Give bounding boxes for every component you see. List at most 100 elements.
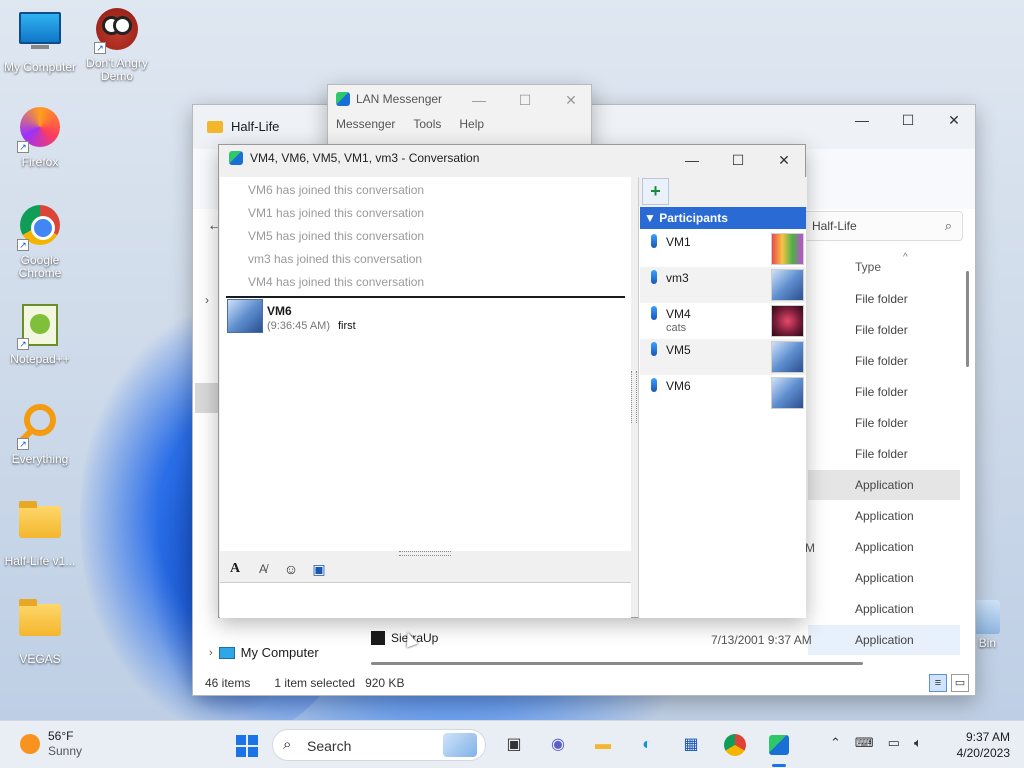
tiles-view-icon[interactable]: ▭ [951, 674, 969, 692]
chevron-up-icon[interactable]: ⌃ [830, 735, 841, 751]
system-message: VM4 has joined this conversation [248, 275, 425, 289]
avatar [771, 233, 804, 265]
participant-vm1[interactable]: VM1 [640, 231, 806, 267]
participant-vm4[interactable]: VM4 cats [640, 303, 806, 339]
taskbar: 56°F Sunny ⌕ Search ▣ ◉ ▬ ◐ ▦ ⌃ ⌨ ▭ 🔈︎ 9… [0, 720, 1024, 768]
desktop-icon-vegas[interactable]: VEGAS [0, 596, 80, 666]
message-text: first [338, 320, 356, 332]
message-sender: VM6 [267, 304, 292, 318]
close-button[interactable]: ✕ [761, 145, 807, 175]
desktop-icon-notepadpp[interactable]: ↗ Notepad++ [0, 302, 80, 366]
lan-messenger-icon[interactable] [765, 731, 793, 759]
volume-icon[interactable]: 🔈︎ [914, 735, 922, 751]
desktop-icon-half-life[interactable]: Half-Life v1... [0, 498, 80, 568]
desktop-icon-my-computer[interactable]: My Computer [0, 6, 80, 74]
font-color-icon[interactable]: A̸ [253, 560, 273, 578]
conversation-window[interactable]: VM4, VM6, VM5, VM1, vm3 - Conversation —… [218, 144, 807, 618]
file-row[interactable]: Application [808, 625, 960, 655]
notepadpp-icon: ↗ [17, 304, 63, 350]
status-bar: 46 items 1 item selected 920 KB [205, 676, 405, 690]
chevron-right-icon[interactable]: › [205, 293, 209, 307]
search-icon: ⌕ [944, 218, 952, 233]
task-view-icon[interactable]: ▣ [500, 731, 528, 759]
file-row-selected[interactable]: Application [808, 470, 960, 500]
vertical-scrollbar[interactable] [965, 255, 971, 725]
explorer-tab[interactable]: Half-Life [207, 119, 279, 134]
participant-vm5[interactable]: VM5 [640, 339, 806, 375]
close-button[interactable]: ✕ [548, 85, 594, 115]
horizontal-scrollbar[interactable] [371, 662, 863, 665]
minimize-button[interactable]: — [839, 105, 885, 135]
status-icon [651, 306, 657, 320]
file-row[interactable]: Application [808, 563, 960, 593]
keyboard-icon[interactable]: ⌨ [855, 735, 874, 751]
store-icon[interactable]: ▦ [677, 731, 705, 759]
minimize-button[interactable]: — [456, 85, 502, 115]
system-message: vm3 has joined this conversation [248, 252, 423, 266]
file-row[interactable]: File folder [808, 346, 960, 376]
system-message: VM5 has joined this conversation [248, 229, 425, 243]
edge-icon[interactable]: ◐ [633, 731, 661, 759]
taskbar-search[interactable]: ⌕ Search [272, 729, 486, 761]
horizontal-splitter[interactable] [399, 551, 451, 556]
file-row[interactable]: Application [808, 501, 960, 531]
chevron-right-icon: › [209, 646, 213, 659]
folder-icon [17, 501, 63, 552]
application-icon [371, 631, 385, 645]
folder-icon [207, 120, 223, 133]
avatar [227, 299, 263, 333]
message-time: (9:36:45 AM) [267, 320, 330, 332]
file-row[interactable]: File folder [808, 408, 960, 438]
file-row[interactable]: Application [808, 532, 960, 562]
participants-header[interactable]: ▼ Participants [640, 207, 806, 229]
maximize-button[interactable]: ☐ [715, 145, 761, 175]
chat-history[interactable]: VM6 has joined this conversation VM1 has… [220, 177, 631, 551]
add-contact-button[interactable]: + [642, 178, 669, 205]
menu-messenger[interactable]: Messenger [336, 117, 395, 135]
file-row[interactable]: File folder [808, 315, 960, 345]
network-icon[interactable]: ▭ [888, 735, 900, 751]
status-icon [651, 342, 657, 356]
message-input[interactable] [220, 582, 631, 618]
desktop-icon-everything[interactable]: ↗ Everything [0, 400, 80, 466]
chrome-icon[interactable] [721, 731, 749, 759]
chat-icon[interactable]: ◉ [544, 731, 572, 759]
minimize-button[interactable]: — [669, 145, 715, 175]
maximize-button[interactable]: ☐ [885, 105, 931, 135]
menu-bar: Messenger Tools Help [328, 115, 591, 137]
file-row[interactable]: File folder [808, 284, 960, 314]
column-header-type[interactable]: Type [855, 260, 881, 274]
clock[interactable]: 9:37 AM 4/20/2023 [957, 729, 1010, 761]
nav-my-computer[interactable]: › My Computer [209, 645, 319, 660]
avatar [771, 341, 804, 373]
vertical-splitter[interactable] [631, 371, 637, 423]
system-message: VM6 has joined this conversation [248, 183, 425, 197]
file-row[interactable]: File folder [808, 377, 960, 407]
font-icon[interactable]: A [225, 560, 245, 578]
file-date: 7/13/2001 9:37 AM [711, 633, 812, 647]
desktop-icon-google-chrome[interactable]: ↗ Google Chrome [0, 202, 80, 280]
start-button[interactable] [233, 731, 261, 759]
desktop-icon-firefox[interactable]: ↗ Firefox [0, 104, 80, 169]
menu-help[interactable]: Help [459, 117, 484, 135]
details-view-icon[interactable]: ≡ [929, 674, 947, 692]
close-button[interactable]: ✕ [931, 105, 977, 135]
file-explorer-icon[interactable]: ▬ [589, 731, 617, 759]
search-icon: ⌕ [283, 736, 292, 753]
avatar [771, 377, 804, 409]
file-row[interactable]: Application [808, 594, 960, 624]
save-icon[interactable]: ▣ [309, 560, 329, 578]
search-input[interactable]: Half-Life ⌕ [803, 211, 963, 241]
menu-tools[interactable]: Tools [413, 117, 441, 135]
file-row[interactable]: File folder [808, 439, 960, 469]
smiley-icon[interactable]: ☺ [281, 560, 301, 578]
maximize-button[interactable]: ☐ [502, 85, 548, 115]
computer-icon [218, 646, 235, 659]
participants-pane: + ▼ Participants VM1 vm3 VM4 cats VM5 VM… [638, 177, 807, 618]
participant-vm3[interactable]: vm3 [640, 267, 806, 303]
desktop-icon-dont-angry-demo[interactable]: ↗ Don't Angry Demo [77, 6, 157, 83]
firefox-icon: ↗ [17, 107, 63, 153]
active-app-indicator [772, 764, 786, 767]
weather-widget[interactable]: 56°F Sunny [20, 729, 82, 759]
participant-vm6[interactable]: VM6 [640, 375, 806, 411]
